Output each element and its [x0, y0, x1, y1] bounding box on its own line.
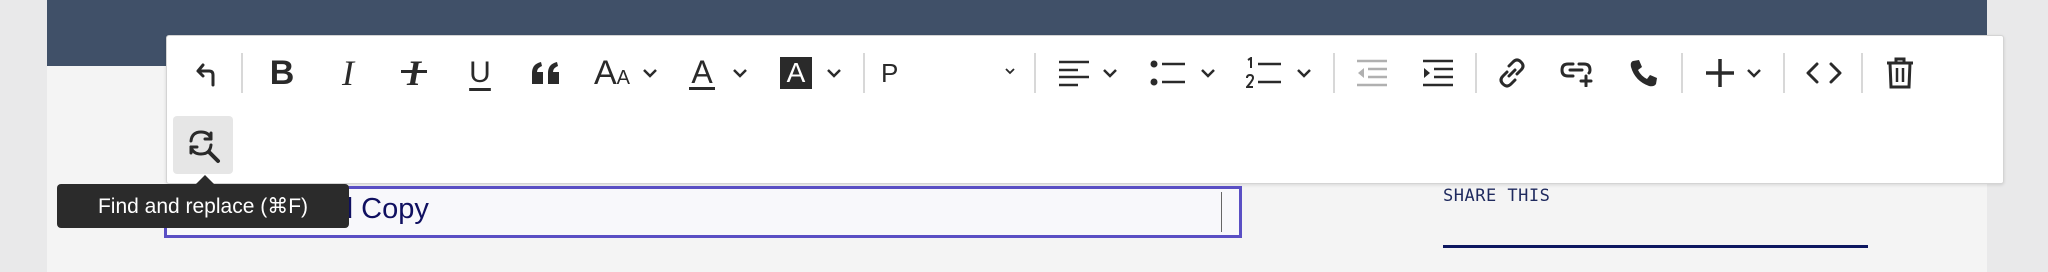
- link-button[interactable]: [1487, 40, 1537, 106]
- quote-icon: [532, 62, 559, 84]
- tooltip-text: Find and replace (⌘F): [97, 194, 309, 218]
- text-color-caret[interactable]: [729, 40, 751, 106]
- undo-button[interactable]: [181, 40, 231, 106]
- toolbar-divider: [863, 53, 865, 93]
- underline-icon: U: [469, 56, 491, 89]
- share-this-heading: SHARE THIS: [1443, 186, 1551, 206]
- highlight-color-caret[interactable]: [823, 40, 845, 106]
- toolbar-divider: [241, 53, 243, 93]
- bold-icon: B: [269, 54, 295, 92]
- numbered-list-button[interactable]: [1239, 40, 1289, 106]
- bullet-list-caret[interactable]: [1197, 40, 1219, 106]
- outdent-icon: [1357, 59, 1387, 87]
- italic-icon: I: [342, 53, 354, 93]
- link-add-icon: [1560, 62, 1593, 87]
- plus-icon: [1706, 59, 1734, 87]
- return-arrow-icon: [196, 63, 215, 87]
- highlight-color-button[interactable]: A: [771, 40, 821, 106]
- find-replace-button[interactable]: [173, 116, 233, 174]
- tooltip-arrow: [195, 175, 215, 185]
- insert-button[interactable]: [1695, 40, 1745, 106]
- clear-format-button[interactable]: I: [389, 40, 439, 106]
- font-size-icon: AA: [593, 53, 631, 92]
- title-input-value: d Copy: [337, 193, 429, 225]
- insert-caret[interactable]: [1743, 40, 1765, 106]
- toolbar-divider: [1861, 53, 1863, 93]
- toolbar-divider: [1034, 53, 1036, 93]
- align-button[interactable]: [1049, 40, 1099, 106]
- toolbar-divider: [1783, 53, 1785, 93]
- find-replace-tooltip: Find and replace (⌘F): [57, 175, 349, 228]
- phone-button[interactable]: [1619, 40, 1669, 106]
- text-color-icon: A: [689, 53, 715, 90]
- bullet-list-icon: [1150, 60, 1185, 86]
- toolbar-divider: [1475, 53, 1477, 93]
- trash-icon: [1887, 57, 1913, 89]
- paragraph-format-select[interactable]: P: [881, 40, 1016, 106]
- underline-button[interactable]: U: [455, 40, 505, 106]
- rich-text-toolbar: B I I U AA A A P: [166, 35, 2004, 184]
- chevron-down-icon: [1201, 69, 1215, 78]
- outdent-button[interactable]: [1347, 40, 1397, 106]
- font-size-caret[interactable]: [639, 40, 661, 106]
- italic-button[interactable]: I: [323, 40, 373, 106]
- align-caret[interactable]: [1099, 40, 1121, 106]
- indent-button[interactable]: [1413, 40, 1463, 106]
- highlight-color-icon: A: [780, 57, 812, 89]
- code-button[interactable]: [1799, 40, 1849, 106]
- numbered-list-caret[interactable]: [1293, 40, 1315, 106]
- numbered-list-icon: [1246, 57, 1281, 88]
- indent-icon: [1423, 59, 1453, 87]
- chevron-down-icon: [1297, 69, 1311, 78]
- phone-icon: [1630, 60, 1657, 87]
- add-link-button[interactable]: [1553, 40, 1603, 106]
- strikethrough-icon: I: [400, 52, 427, 94]
- font-size-button[interactable]: AA: [587, 40, 637, 106]
- field-resize-divider: [1221, 192, 1222, 232]
- bold-button[interactable]: B: [257, 40, 307, 106]
- paragraph-format-value: P: [881, 57, 899, 88]
- chevron-down-icon: [1005, 68, 1015, 75]
- chevron-down-icon: [643, 69, 657, 78]
- link-icon: [1499, 58, 1525, 88]
- find-replace-icon: [189, 130, 220, 163]
- toolbar-divider: [1333, 53, 1335, 93]
- chevron-down-icon: [827, 69, 841, 78]
- code-icon: [1806, 62, 1842, 84]
- chevron-down-icon: [1747, 69, 1761, 78]
- text-color-button[interactable]: A: [677, 40, 727, 106]
- blockquote-button[interactable]: [521, 40, 571, 106]
- chevron-down-icon: [1103, 69, 1117, 78]
- toolbar-divider: [1681, 53, 1683, 93]
- delete-button[interactable]: [1875, 40, 1925, 106]
- chevron-down-icon: [733, 69, 747, 78]
- bullet-list-button[interactable]: [1143, 40, 1193, 106]
- share-underline: [1443, 245, 1868, 248]
- align-left-icon: [1059, 60, 1089, 87]
